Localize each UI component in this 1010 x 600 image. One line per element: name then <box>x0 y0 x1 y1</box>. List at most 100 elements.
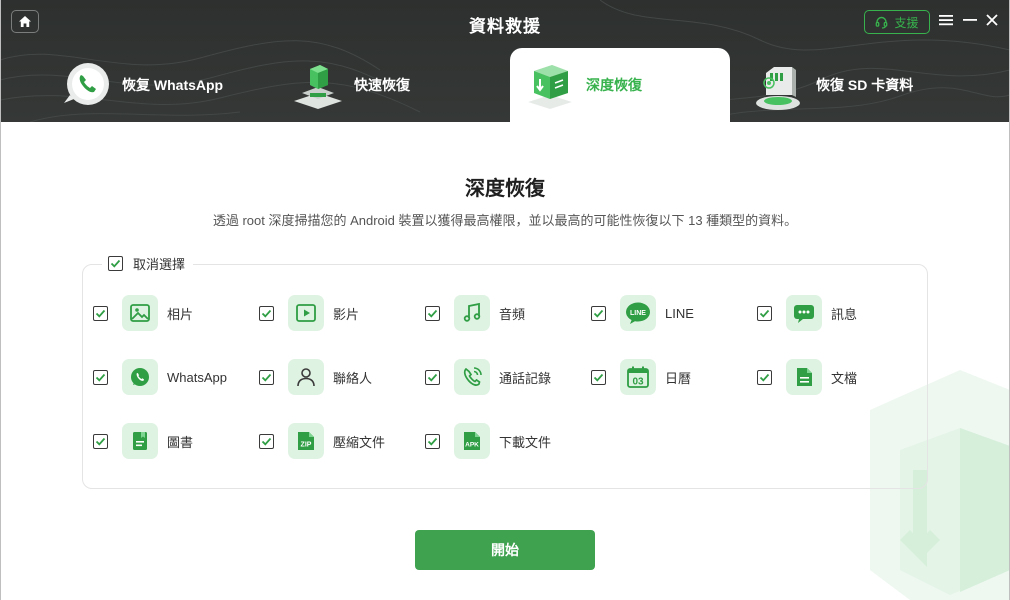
data-type-audio[interactable]: 音頻 <box>425 294 525 332</box>
title-bar: 資料救援 支援 恢复 WhatsApp 快速恢復 深度恢復 恢復 SD 卡資料 <box>0 0 1010 122</box>
tab-deep-recovery[interactable]: 深度恢復 <box>510 48 730 122</box>
contact-icon <box>288 359 324 395</box>
data-type-photos[interactable]: 相片 <box>93 294 193 332</box>
item-label: WhatsApp <box>167 369 227 385</box>
data-type-line[interactable]: LINE LINE <box>591 294 694 332</box>
sd-card-icon <box>752 57 808 113</box>
home-icon <box>19 16 31 27</box>
tab-quick-recovery[interactable]: 快速恢復 <box>290 48 490 122</box>
data-type-messages[interactable]: 訊息 <box>757 294 857 332</box>
tab-whatsapp-recovery[interactable]: 恢复 WhatsApp <box>58 48 258 122</box>
data-type-contacts[interactable]: 聯絡人 <box>259 358 372 396</box>
checkmark-icon <box>759 309 770 318</box>
svg-text:LINE: LINE <box>630 310 646 317</box>
checkmark-icon <box>261 373 272 382</box>
messages-checkbox[interactable] <box>757 305 772 321</box>
item-label: 相片 <box>167 306 194 322</box>
deep-recovery-cube-icon <box>522 57 578 113</box>
data-type-whatsapp[interactable]: WhatsApp <box>93 358 227 396</box>
downloads-checkbox[interactable] <box>425 433 440 449</box>
data-type-call-logs[interactable]: 通話記錄 <box>425 358 551 396</box>
data-type-calendar[interactable]: 03 日曆 <box>591 358 691 396</box>
item-label: 文檔 <box>831 370 858 386</box>
home-button[interactable] <box>11 10 39 33</box>
music-icon <box>454 295 490 331</box>
tab-label: 快速恢復 <box>354 77 410 93</box>
calendar-checkbox[interactable] <box>591 369 606 385</box>
close-button[interactable] <box>983 11 1001 29</box>
checkmark-icon <box>427 373 438 382</box>
checkmark-icon <box>261 437 272 446</box>
window-border-left <box>0 0 1 600</box>
menu-button[interactable] <box>937 11 955 29</box>
start-button[interactable]: 開始 <box>415 530 595 570</box>
support-label: 支援 <box>894 15 919 30</box>
call-log-icon <box>454 359 490 395</box>
documents-checkbox[interactable] <box>757 369 772 385</box>
line-icon: LINE <box>620 295 656 331</box>
svg-text:03: 03 <box>632 377 644 388</box>
main-content: 深度恢復 透過 root 深度掃描您的 Android 裝置以獲得最高權限，並以… <box>0 122 1010 600</box>
tab-label: 恢復 SD 卡資料 <box>816 77 914 93</box>
data-type-videos[interactable]: 影片 <box>259 294 359 332</box>
zip-icon: ZIP <box>288 423 324 459</box>
checkmark-icon <box>427 437 438 446</box>
deselect-all-label: 取消選擇 <box>133 257 186 272</box>
item-label: 壓縮文件 <box>333 434 386 450</box>
deselect-all-checkbox[interactable] <box>108 256 123 271</box>
audio-checkbox[interactable] <box>425 305 440 321</box>
data-type-books[interactable]: 圖書 <box>93 422 193 460</box>
close-icon <box>986 14 998 26</box>
checkmark-icon <box>427 309 438 318</box>
checkmark-icon <box>261 309 272 318</box>
item-label: 聯絡人 <box>333 370 373 386</box>
deselect-all-toggle[interactable]: 取消選擇 <box>102 254 194 273</box>
whatsapp-icon <box>122 359 158 395</box>
quick-recovery-cube-icon <box>290 57 346 113</box>
whatsapp-phone-icon <box>58 57 114 113</box>
svg-text:ZIP: ZIP <box>301 442 312 449</box>
call-logs-checkbox[interactable] <box>425 369 440 385</box>
checkmark-icon <box>110 259 121 268</box>
page-description: 透過 root 深度掃描您的 Android 裝置以獲得最高權限，並以最高的可能… <box>212 213 798 228</box>
minimize-button[interactable] <box>961 11 979 29</box>
item-label: 音頻 <box>499 306 526 322</box>
item-label: 訊息 <box>831 306 858 322</box>
support-button[interactable]: 支援 <box>864 10 930 34</box>
hamburger-menu-icon <box>939 15 953 26</box>
videos-checkbox[interactable] <box>259 305 274 321</box>
tab-sd-card-recovery[interactable]: 恢復 SD 卡資料 <box>752 48 972 122</box>
item-label: 通話記錄 <box>499 370 552 386</box>
whatsapp-checkbox[interactable] <box>93 369 108 385</box>
calendar-icon: 03 <box>620 359 656 395</box>
tab-label: 恢复 WhatsApp <box>122 77 224 93</box>
minimize-icon <box>963 19 977 21</box>
archives-checkbox[interactable] <box>259 433 274 449</box>
checkmark-icon <box>95 309 106 318</box>
item-label: LINE <box>665 305 694 321</box>
data-type-documents[interactable]: 文檔 <box>757 358 857 396</box>
video-icon <box>288 295 324 331</box>
book-icon <box>122 423 158 459</box>
apk-icon: APK <box>454 423 490 459</box>
checkmark-icon <box>593 309 604 318</box>
svg-text:APK: APK <box>465 442 479 449</box>
message-icon <box>786 295 822 331</box>
item-label: 影片 <box>333 306 360 322</box>
data-type-archives[interactable]: ZIP 壓縮文件 <box>259 422 385 460</box>
books-checkbox[interactable] <box>93 433 108 449</box>
tab-label: 深度恢復 <box>586 77 642 93</box>
item-label: 圖書 <box>167 434 194 450</box>
photos-checkbox[interactable] <box>93 305 108 321</box>
page-title: 深度恢復 <box>465 178 545 200</box>
headset-icon <box>876 16 888 29</box>
item-label: 日曆 <box>665 370 692 386</box>
item-label: 下載文件 <box>499 434 552 450</box>
document-icon <box>786 359 822 395</box>
checkmark-icon <box>593 373 604 382</box>
checkmark-icon <box>95 437 106 446</box>
line-checkbox[interactable] <box>591 305 606 321</box>
checkmark-icon <box>759 373 770 382</box>
contacts-checkbox[interactable] <box>259 369 274 385</box>
data-type-downloads[interactable]: APK 下載文件 <box>425 422 551 460</box>
